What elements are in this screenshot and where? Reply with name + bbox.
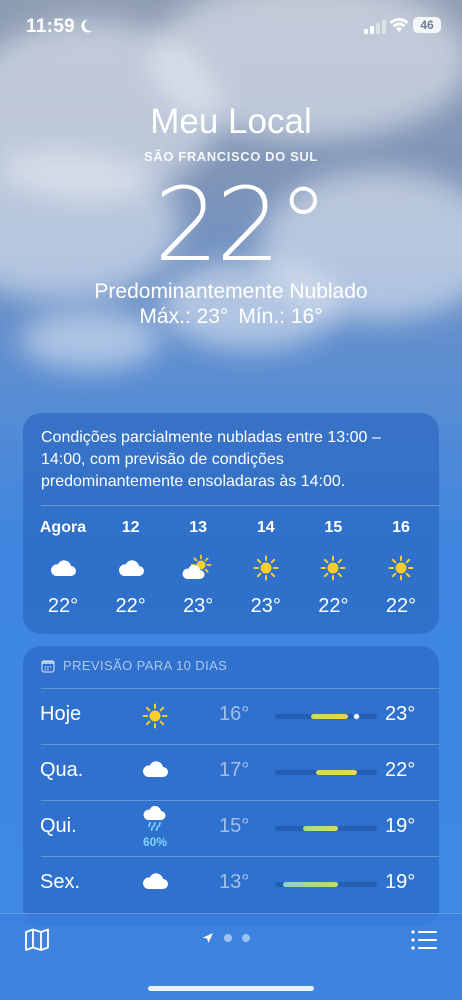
daily-row[interactable]: Qui. 60% 15° 19° xyxy=(23,800,439,856)
high-temp: Máx.: 23° xyxy=(139,305,229,328)
hourly-time: 16 xyxy=(392,519,410,536)
location-arrow-icon xyxy=(203,933,213,943)
temp-range-bar xyxy=(275,826,377,831)
day-name: Sex. xyxy=(40,871,81,893)
temp-range-bar xyxy=(275,713,377,720)
daily-forecast-card[interactable]: PREVISÃO PARA 10 DIAS Hoje 16° 23° Qua. … xyxy=(23,646,439,926)
day-high: 19° xyxy=(385,815,416,837)
temp-range-fill xyxy=(310,714,349,719)
day-name: Qua. xyxy=(40,759,84,781)
hourly-temp: 22° xyxy=(318,595,349,617)
cloud-icon xyxy=(97,551,165,585)
cellular-signal-icon xyxy=(364,20,386,34)
day-high: 22° xyxy=(385,759,416,781)
hourly-time: 12 xyxy=(121,519,140,536)
sun-icon xyxy=(367,551,435,585)
daily-header: PREVISÃO PARA 10 DIAS xyxy=(41,658,227,673)
battery-icon: 46 xyxy=(413,17,441,33)
low-temp: Mín.: 16° xyxy=(238,305,323,328)
daily-row[interactable]: Sex. 13° 19° xyxy=(23,856,439,912)
day-low: 17° xyxy=(219,759,250,781)
current-temp-marker xyxy=(353,713,361,720)
day-low: 15° xyxy=(219,815,250,837)
hourly-summary: Condições parcialmente nubladas entre 13… xyxy=(41,429,381,490)
hourly-temp: 23° xyxy=(250,595,281,617)
rain-icon: 60% xyxy=(135,805,175,849)
hourly-item: 13 23° xyxy=(164,517,232,618)
page-dot[interactable] xyxy=(242,934,250,942)
hourly-temp: 22° xyxy=(115,595,146,617)
hourly-time: 15 xyxy=(324,519,343,536)
sun-icon xyxy=(299,551,367,585)
day-name: Qui. xyxy=(40,815,77,837)
hourly-item: 12 22° xyxy=(97,517,165,618)
calendar-icon xyxy=(41,659,55,673)
day-low: 16° xyxy=(219,703,250,725)
current-temperature: 22° xyxy=(154,166,329,285)
status-bar: 11:59 46 xyxy=(0,0,462,54)
cloud-icon xyxy=(135,870,175,897)
row-divider xyxy=(41,800,439,801)
temp-range-fill xyxy=(315,770,357,775)
day-low: 13° xyxy=(219,871,250,893)
status-time: 11:59 xyxy=(26,16,76,37)
hourly-item: 16 22° xyxy=(367,517,435,618)
list-icon[interactable] xyxy=(410,928,438,952)
row-divider xyxy=(41,744,439,745)
hourly-list[interactable]: Agora 22° 12 22° 13 23° 14 23° 15 22° 16 22° xyxy=(23,517,439,627)
hourly-item: Agora 22° xyxy=(29,517,97,618)
sun-icon xyxy=(232,551,300,585)
sun-icon xyxy=(135,702,175,735)
day-name: Hoje xyxy=(40,703,82,725)
row-divider xyxy=(41,856,439,857)
hourly-forecast-card[interactable]: Condições parcialmente nubladas entre 13… xyxy=(23,413,439,634)
current-condition: Predominantemente Nublado xyxy=(94,280,368,303)
temp-range-fill xyxy=(302,826,339,831)
temp-range-bar xyxy=(275,882,377,887)
map-icon[interactable] xyxy=(24,928,50,952)
location-subtitle: SÃO FRANCISCO DO SUL xyxy=(144,149,318,164)
hourly-item: 15 22° xyxy=(299,517,367,618)
hourly-divider xyxy=(41,505,439,506)
hourly-time: Agora xyxy=(39,519,87,536)
temp-range-fill xyxy=(283,882,339,887)
hourly-time: 13 xyxy=(189,519,208,536)
hourly-item: 14 23° xyxy=(232,517,300,618)
wifi-icon xyxy=(389,17,409,32)
hourly-temp: 23° xyxy=(183,595,214,617)
daily-header-label: PREVISÃO PARA 10 DIAS xyxy=(63,658,228,673)
home-indicator xyxy=(148,986,314,991)
high-low: Máx.: 23° Mín.: 16° xyxy=(0,305,462,329)
row-divider xyxy=(41,688,439,689)
cloud-icon xyxy=(29,551,97,585)
page-indicator[interactable] xyxy=(202,932,250,944)
hourly-temp: 22° xyxy=(385,595,417,617)
page-dot[interactable] xyxy=(224,934,232,942)
hourly-time: 14 xyxy=(256,519,275,536)
daily-row[interactable]: Qua. 17° 22° xyxy=(23,744,439,800)
cloud-icon xyxy=(135,758,175,785)
day-high: 23° xyxy=(385,703,416,725)
day-high: 19° xyxy=(385,871,416,893)
daily-row[interactable]: Hoje 16° 23° xyxy=(23,688,439,744)
location-title: Meu Local xyxy=(150,102,312,141)
temp-range-bar xyxy=(275,770,377,775)
moon-icon xyxy=(81,19,93,33)
partly-sunny-icon xyxy=(164,551,232,585)
hourly-temp: 22° xyxy=(47,595,79,617)
precip-chance: 60% xyxy=(142,835,168,849)
